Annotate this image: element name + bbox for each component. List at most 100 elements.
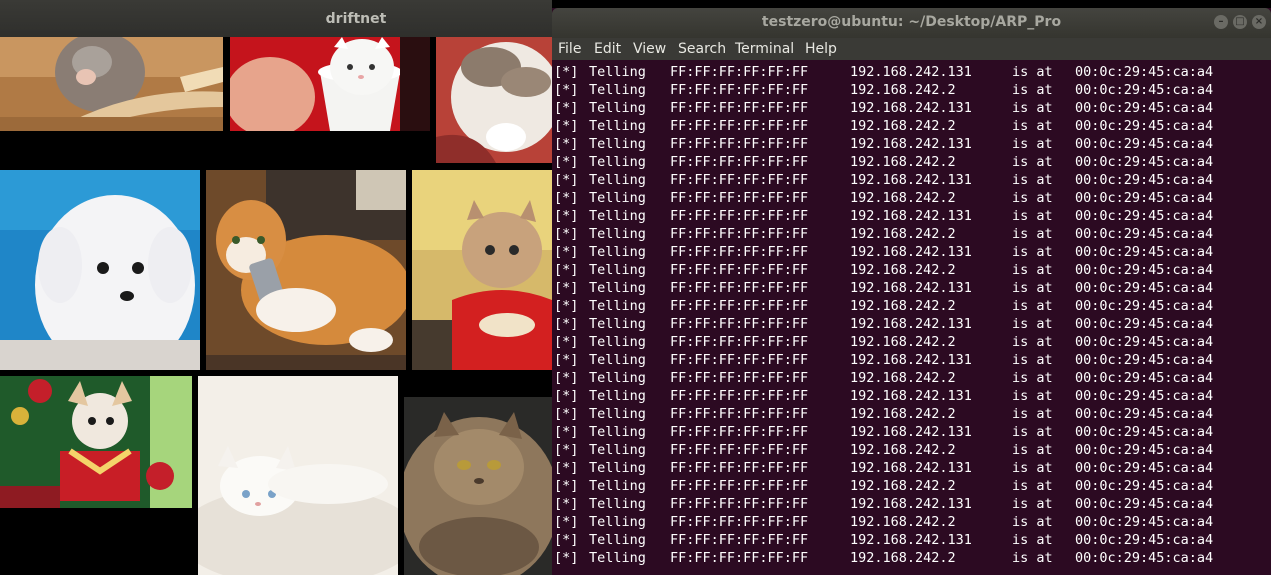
line-prefix: [*] — [554, 136, 579, 152]
line-prefix: [*] — [554, 316, 579, 332]
line-verb: Telling — [589, 64, 646, 80]
terminal-line: [*] Telling FF:FF:FF:FF:FF:FF 192.168.242.2… — [554, 550, 1271, 568]
photo-white-kitten-cup[interactable] — [230, 37, 430, 131]
photo-kitten-licking-paw[interactable] — [0, 37, 223, 131]
line-target: 00:0c:29:45:ca:a4 — [1075, 316, 1214, 332]
line-verb: Telling — [589, 118, 646, 134]
line-target: 00:0c:29:45:ca:a4 — [1075, 460, 1214, 476]
line-verb: Telling — [589, 190, 646, 206]
menu-edit[interactable]: Edit — [594, 41, 621, 57]
photo-kitten-red-sweater-art — [412, 170, 552, 370]
line-verb: Telling — [589, 370, 646, 386]
line-isat: is at — [1012, 460, 1053, 476]
line-mac: FF:FF:FF:FF:FF:FF — [670, 136, 809, 152]
line-mac: FF:FF:FF:FF:FF:FF — [670, 442, 809, 458]
line-target: 00:0c:29:45:ca:a4 — [1075, 64, 1214, 80]
terminal-titlebar[interactable]: testzero@ubuntu: ~/Desktop/ARP_Pro – □ × — [552, 8, 1271, 38]
terminal-line: [*] Telling FF:FF:FF:FF:FF:FF 192.168.242.2… — [554, 262, 1271, 280]
terminal-line: [*] Telling FF:FF:FF:FF:FF:FF 192.168.242.1… — [554, 424, 1271, 442]
line-isat: is at — [1012, 82, 1053, 98]
line-target: 00:0c:29:45:ca:a4 — [1075, 82, 1214, 98]
line-target: 00:0c:29:45:ca:a4 — [1075, 424, 1214, 440]
line-ip: 192.168.242.131 — [850, 496, 972, 512]
line-prefix: [*] — [554, 334, 579, 350]
line-verb: Telling — [589, 100, 646, 116]
line-verb: Telling — [589, 460, 646, 476]
driftnet-window: driftnet — [0, 0, 552, 575]
terminal-line: [*] Telling FF:FF:FF:FF:FF:FF 192.168.242.2… — [554, 334, 1271, 352]
maximize-button[interactable]: □ — [1233, 15, 1247, 29]
menu-terminal[interactable]: Terminal — [735, 41, 794, 57]
line-mac: FF:FF:FF:FF:FF:FF — [670, 190, 809, 206]
menu-view[interactable]: View — [633, 41, 666, 57]
line-target: 00:0c:29:45:ca:a4 — [1075, 136, 1214, 152]
line-isat: is at — [1012, 550, 1053, 566]
line-mac: FF:FF:FF:FF:FF:FF — [670, 262, 809, 278]
terminal-line: [*] Telling FF:FF:FF:FF:FF:FF 192.168.242.2… — [554, 118, 1271, 136]
terminal-line: [*] Telling FF:FF:FF:FF:FF:FF 192.168.242.1… — [554, 316, 1271, 334]
line-target: 00:0c:29:45:ca:a4 — [1075, 190, 1214, 206]
line-ip: 192.168.242.131 — [850, 172, 972, 188]
line-prefix: [*] — [554, 532, 579, 548]
photo-cat-with-phone[interactable] — [206, 170, 406, 370]
line-target: 00:0c:29:45:ca:a4 — [1075, 388, 1214, 404]
photo-persian-cat[interactable] — [404, 397, 552, 575]
line-mac: FF:FF:FF:FF:FF:FF — [670, 208, 809, 224]
line-target: 00:0c:29:45:ca:a4 — [1075, 208, 1214, 224]
line-isat: is at — [1012, 514, 1053, 530]
line-verb: Telling — [589, 550, 646, 566]
photo-white-kitten-blanket[interactable] — [198, 376, 398, 575]
line-target: 00:0c:29:45:ca:a4 — [1075, 298, 1214, 314]
line-prefix: [*] — [554, 82, 579, 98]
terminal-line: [*] Telling FF:FF:FF:FF:FF:FF 192.168.242.2… — [554, 298, 1271, 316]
line-target: 00:0c:29:45:ca:a4 — [1075, 244, 1214, 260]
line-target: 00:0c:29:45:ca:a4 — [1075, 370, 1214, 386]
line-ip: 192.168.242.2 — [850, 226, 956, 242]
photo-kitten-red-sweater[interactable] — [412, 170, 552, 370]
terminal-line: [*] Telling FF:FF:FF:FF:FF:FF 192.168.242.1… — [554, 460, 1271, 478]
line-prefix: [*] — [554, 370, 579, 386]
photo-white-puppy[interactable] — [0, 170, 200, 370]
line-verb: Telling — [589, 496, 646, 512]
photo-calico-cat[interactable] — [436, 37, 552, 163]
line-isat: is at — [1012, 100, 1053, 116]
menu-help[interactable]: Help — [805, 41, 837, 57]
line-ip: 192.168.242.2 — [850, 190, 956, 206]
close-button[interactable]: × — [1252, 15, 1266, 29]
line-mac: FF:FF:FF:FF:FF:FF — [670, 550, 809, 566]
line-mac: FF:FF:FF:FF:FF:FF — [670, 478, 809, 494]
line-isat: is at — [1012, 262, 1053, 278]
line-mac: FF:FF:FF:FF:FF:FF — [670, 352, 809, 368]
photo-chihuahua-christmas-art — [0, 376, 192, 508]
line-target: 00:0c:29:45:ca:a4 — [1075, 154, 1214, 170]
line-target: 00:0c:29:45:ca:a4 — [1075, 118, 1214, 134]
line-prefix: [*] — [554, 208, 579, 224]
terminal-line: [*] Telling FF:FF:FF:FF:FF:FF 192.168.242.1… — [554, 532, 1271, 550]
menu-search[interactable]: Search — [678, 41, 726, 57]
photo-chihuahua-christmas[interactable] — [0, 376, 192, 508]
line-prefix: [*] — [554, 100, 579, 116]
line-isat: is at — [1012, 334, 1053, 350]
line-target: 00:0c:29:45:ca:a4 — [1075, 172, 1214, 188]
line-mac: FF:FF:FF:FF:FF:FF — [670, 316, 809, 332]
line-verb: Telling — [589, 154, 646, 170]
line-verb: Telling — [589, 262, 646, 278]
line-verb: Telling — [589, 424, 646, 440]
line-target: 00:0c:29:45:ca:a4 — [1075, 478, 1214, 494]
line-mac: FF:FF:FF:FF:FF:FF — [670, 226, 809, 242]
terminal-title: testzero@ubuntu: ~/Desktop/ARP_Pro — [761, 14, 1062, 30]
minimize-button[interactable]: – — [1214, 15, 1228, 29]
line-prefix: [*] — [554, 352, 579, 368]
line-isat: is at — [1012, 190, 1053, 206]
terminal-line: [*] Telling FF:FF:FF:FF:FF:FF 192.168.242.1… — [554, 496, 1271, 514]
line-target: 00:0c:29:45:ca:a4 — [1075, 514, 1214, 530]
line-target: 00:0c:29:45:ca:a4 — [1075, 100, 1214, 116]
menu-file[interactable]: File — [558, 41, 581, 57]
line-mac: FF:FF:FF:FF:FF:FF — [670, 64, 809, 80]
line-mac: FF:FF:FF:FF:FF:FF — [670, 424, 809, 440]
line-mac: FF:FF:FF:FF:FF:FF — [670, 172, 809, 188]
close-icon: × — [1254, 16, 1264, 27]
terminal-line: [*] Telling FF:FF:FF:FF:FF:FF 192.168.242.1… — [554, 100, 1271, 118]
line-prefix: [*] — [554, 514, 579, 530]
terminal-line: [*] Telling FF:FF:FF:FF:FF:FF 192.168.242.2… — [554, 514, 1271, 532]
